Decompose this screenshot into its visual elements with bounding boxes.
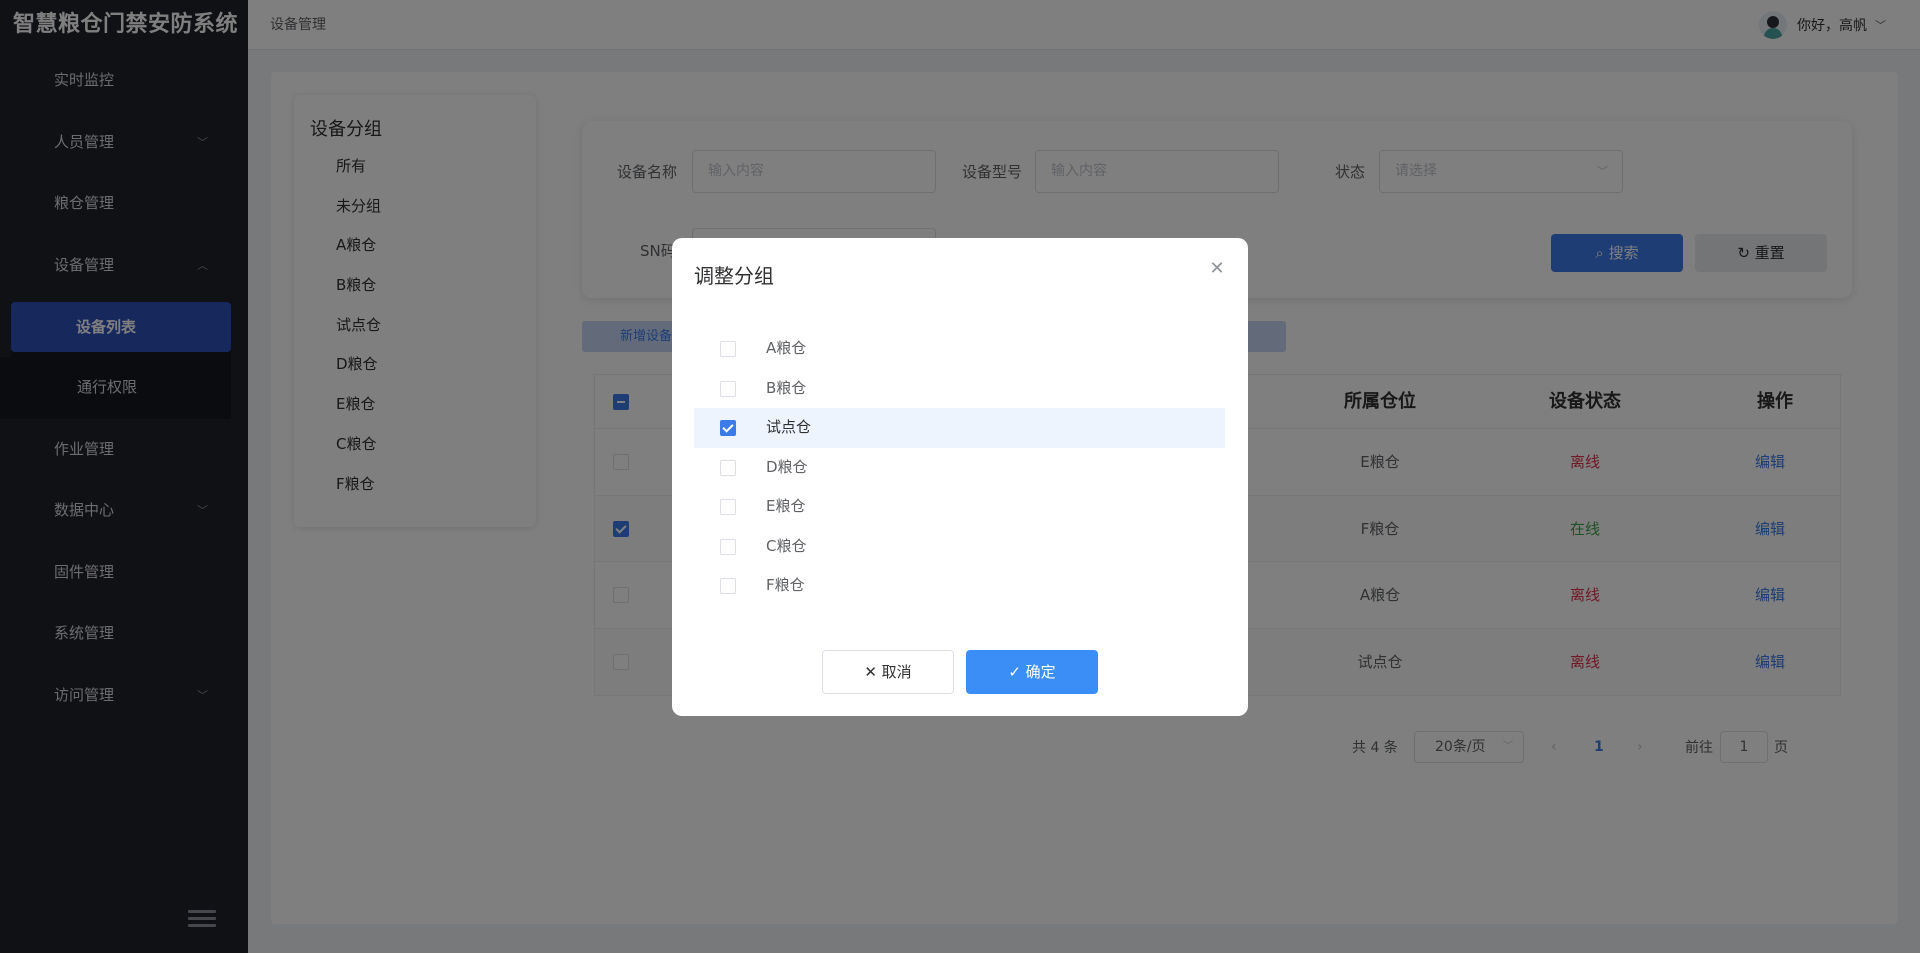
check-icon: ✓ <box>1008 663 1026 681</box>
close-icon[interactable]: ✕ <box>1208 260 1226 278</box>
confirm-button[interactable]: ✓ 确定 <box>966 650 1098 694</box>
cancel-button-label: 取消 <box>881 663 912 681</box>
group-option[interactable]: B粮仓 <box>694 369 1225 409</box>
adjust-group-dialog: 调整分组 ✕ A粮仓 B粮仓 试点仓 D粮仓 E粮仓 C粮仓 F粮仓 ✕ 取消 … <box>672 238 1248 716</box>
group-option-checkbox[interactable] <box>720 341 736 357</box>
group-option[interactable]: 试点仓 <box>694 408 1225 448</box>
group-option-checkbox[interactable] <box>720 578 736 594</box>
group-option-checkbox[interactable] <box>720 499 736 515</box>
group-option-label: B粮仓 <box>766 378 807 397</box>
group-option[interactable]: E粮仓 <box>694 487 1225 527</box>
group-option-label: A粮仓 <box>766 339 807 357</box>
group-option-label: F粮仓 <box>766 576 805 594</box>
group-option[interactable]: A粮仓 <box>694 329 1225 369</box>
group-option-label: D粮仓 <box>766 457 808 476</box>
group-option-checkbox[interactable] <box>720 538 736 555</box>
group-option-checkbox[interactable] <box>720 459 736 476</box>
dialog-title: 调整分组 <box>694 264 774 288</box>
group-option-checkbox[interactable] <box>720 420 736 436</box>
group-option-label: C粮仓 <box>766 536 807 555</box>
group-option[interactable]: D粮仓 <box>694 448 1225 488</box>
group-option-checkbox[interactable] <box>720 380 736 397</box>
group-option[interactable]: C粮仓 <box>694 527 1225 567</box>
confirm-button-label: 确定 <box>1025 663 1056 681</box>
group-option-label: E粮仓 <box>766 497 806 515</box>
cancel-button[interactable]: ✕ 取消 <box>822 650 954 694</box>
group-option[interactable]: F粮仓 <box>694 566 1225 606</box>
group-option-label: 试点仓 <box>766 418 812 436</box>
close-icon: ✕ <box>864 663 882 681</box>
